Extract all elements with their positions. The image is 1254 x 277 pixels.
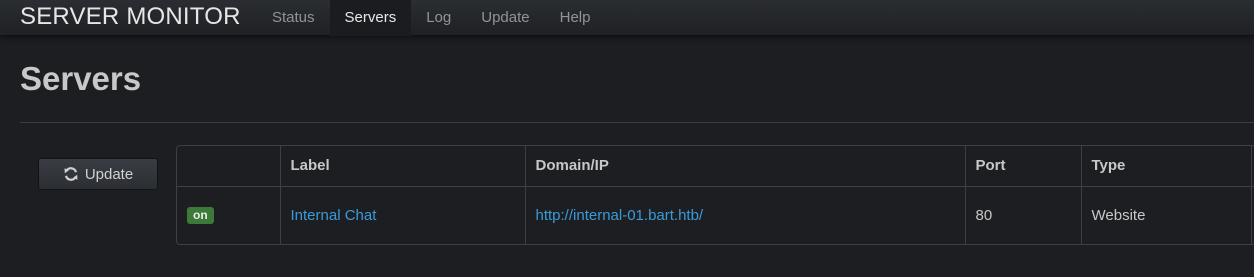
table-row: on Internal Chat http://internal-01.bart… xyxy=(177,186,1254,244)
servers-table: Label Domain/IP Port Type on Internal Ch… xyxy=(176,145,1254,245)
header-port[interactable]: Port xyxy=(964,146,1081,187)
update-button-label: Update xyxy=(84,165,134,183)
nav-item-update[interactable]: Update xyxy=(466,0,544,36)
header-label[interactable]: Label xyxy=(279,146,525,187)
nav-item-log[interactable]: Log xyxy=(411,0,466,36)
server-domain-link[interactable]: http://internal-01.bart.htb/ xyxy=(536,207,704,224)
table-header-row: Label Domain/IP Port Type xyxy=(177,146,1254,187)
update-button[interactable]: Update xyxy=(38,158,158,190)
title-divider xyxy=(20,122,1254,123)
cell-domain: http://internal-01.bart.htb/ xyxy=(524,186,965,244)
app-brand[interactable]: SERVER MONITOR xyxy=(20,3,241,31)
nav-item-help[interactable]: Help xyxy=(545,0,606,36)
page-title: Servers xyxy=(20,60,142,97)
cell-label: Internal Chat xyxy=(279,186,525,244)
status-badge: on xyxy=(187,207,214,225)
cell-port: 80 xyxy=(964,186,1081,244)
cell-status: on xyxy=(177,186,280,244)
cell-type: Website xyxy=(1080,186,1251,244)
header-domain[interactable]: Domain/IP xyxy=(524,146,965,187)
server-label-link[interactable]: Internal Chat xyxy=(291,207,377,224)
top-navbar: SERVER MONITOR Status Servers Log Update… xyxy=(0,0,1254,36)
nav-item-status[interactable]: Status xyxy=(257,0,330,36)
refresh-icon xyxy=(63,166,79,182)
nav-item-servers[interactable]: Servers xyxy=(329,0,412,36)
header-status xyxy=(177,146,280,187)
main-nav: Status Servers Log Update Help xyxy=(257,0,605,36)
header-type[interactable]: Type xyxy=(1080,146,1251,187)
